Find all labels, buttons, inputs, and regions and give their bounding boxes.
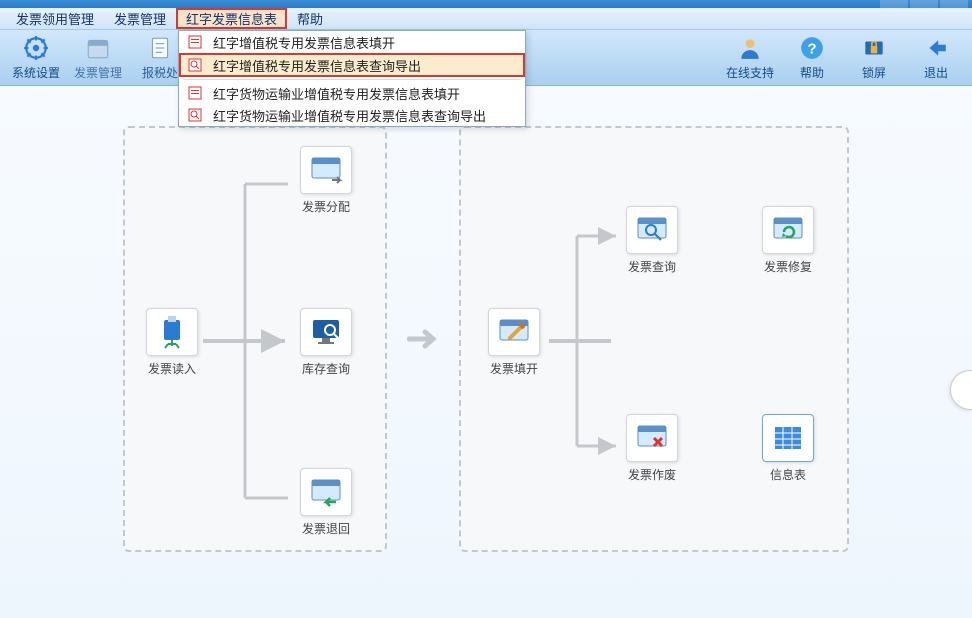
window-search-icon <box>626 206 678 254</box>
flow-connector-arrow <box>407 126 439 552</box>
usb-icon <box>146 308 198 356</box>
system-settings-button[interactable]: 系统设置 <box>8 32 64 84</box>
menu-invoice-manage[interactable]: 发票管理 <box>104 8 176 29</box>
help-button[interactable]: ? 帮助 <box>784 32 840 84</box>
dropdown-separator <box>183 79 521 80</box>
back-icon <box>922 34 950 62</box>
window-x-icon <box>626 414 678 462</box>
left-flow-panel: 发票读入 发票分配 库存查询 发票退回 <box>123 126 387 552</box>
monitor-search-icon <box>300 308 352 356</box>
node-info-table[interactable]: 信息表 <box>757 414 819 483</box>
doc-red-icon <box>187 85 203 101</box>
gear-icon <box>22 34 50 62</box>
node-label: 发票修复 <box>764 258 812 275</box>
doc-red-icon <box>187 34 203 50</box>
node-label: 发票查询 <box>628 258 676 275</box>
doc-search-icon <box>187 57 203 73</box>
person-icon <box>736 34 764 62</box>
exit-button[interactable]: 退出 <box>908 32 964 84</box>
dropdown-item-fill[interactable]: 红字增值税专用发票信息表填开 <box>179 31 525 53</box>
calendar-icon <box>84 34 112 62</box>
workspace: 发票读入 发票分配 库存查询 发票退回 <box>0 86 972 618</box>
title-bar <box>0 0 972 8</box>
dropdown-item-freight-export[interactable]: 红字货物运输业增值税专用发票信息表查询导出 <box>179 104 525 126</box>
node-label: 库存查询 <box>302 360 350 377</box>
node-invoice-distribute[interactable]: 发票分配 <box>295 146 357 215</box>
lock-icon <box>860 34 888 62</box>
menu-bar: 发票领用管理 发票管理 红字发票信息表 帮助 <box>0 8 972 30</box>
window-icon <box>300 146 352 194</box>
maximize-button[interactable] <box>910 0 938 8</box>
minimize-button[interactable] <box>880 0 908 8</box>
toolbar-label: 系统设置 <box>12 64 60 81</box>
window-back-icon <box>300 468 352 516</box>
lock-button[interactable]: 锁屏 <box>846 32 902 84</box>
dropdown-label: 红字货物运输业增值税专用发票信息表填开 <box>213 84 460 103</box>
toolbar-label: 退出 <box>924 64 948 81</box>
dropdown-item-export[interactable]: 红字增值税专用发票信息表查询导出 <box>179 53 525 77</box>
right-flow-panel: 发票填开 发票查询 发票修复 发票作废 <box>459 126 849 552</box>
online-support-button[interactable]: 在线支持 <box>722 32 778 84</box>
node-invoice-void[interactable]: 发票作废 <box>621 414 683 483</box>
node-invoice-fill[interactable]: 发票填开 <box>483 308 545 377</box>
node-stock-query[interactable]: 库存查询 <box>295 308 357 377</box>
invoice-manage-button[interactable]: 发票管理 <box>70 32 126 84</box>
help-icon: ? <box>798 34 826 62</box>
node-label: 发票分配 <box>302 198 350 215</box>
doc-icon <box>146 34 174 62</box>
node-label: 信息表 <box>770 466 806 483</box>
node-invoice-return[interactable]: 发票退回 <box>295 468 357 537</box>
node-label: 发票填开 <box>490 360 538 377</box>
close-button[interactable] <box>940 0 968 8</box>
menu-red-invoice-info[interactable]: 红字发票信息表 <box>176 8 287 29</box>
toolbar-label: 锁屏 <box>862 64 886 81</box>
svg-text:?: ? <box>807 40 816 57</box>
toolbar-label: 报税处 <box>142 64 178 81</box>
table-icon <box>762 414 814 462</box>
toolbar-label: 发票管理 <box>74 64 122 81</box>
window-edit-icon <box>488 308 540 356</box>
toolbar-label: 在线支持 <box>726 64 774 81</box>
menu-invoice-receive[interactable]: 发票领用管理 <box>6 8 104 29</box>
node-label: 发票读入 <box>148 360 196 377</box>
doc-search-icon <box>187 107 203 123</box>
node-invoice-repair[interactable]: 发票修复 <box>757 206 819 275</box>
dropdown-label: 红字增值税专用发票信息表查询导出 <box>213 56 421 75</box>
toolbar-label: 帮助 <box>800 64 824 81</box>
node-label: 发票退回 <box>302 520 350 537</box>
node-invoice-read[interactable]: 发票读入 <box>141 308 203 377</box>
dropdown-item-freight-fill[interactable]: 红字货物运输业增值税专用发票信息表填开 <box>179 82 525 104</box>
dropdown-label: 红字增值税专用发票信息表填开 <box>213 33 395 52</box>
window-controls <box>880 0 968 8</box>
menu-help[interactable]: 帮助 <box>287 8 333 29</box>
node-label: 发票作废 <box>628 466 676 483</box>
node-invoice-query[interactable]: 发票查询 <box>621 206 683 275</box>
dropdown-label: 红字货物运输业增值税专用发票信息表查询导出 <box>213 106 486 125</box>
red-invoice-dropdown: 红字增值税专用发票信息表填开 红字增值税专用发票信息表查询导出 红字货物运输业增… <box>178 30 526 127</box>
window-refresh-icon <box>762 206 814 254</box>
